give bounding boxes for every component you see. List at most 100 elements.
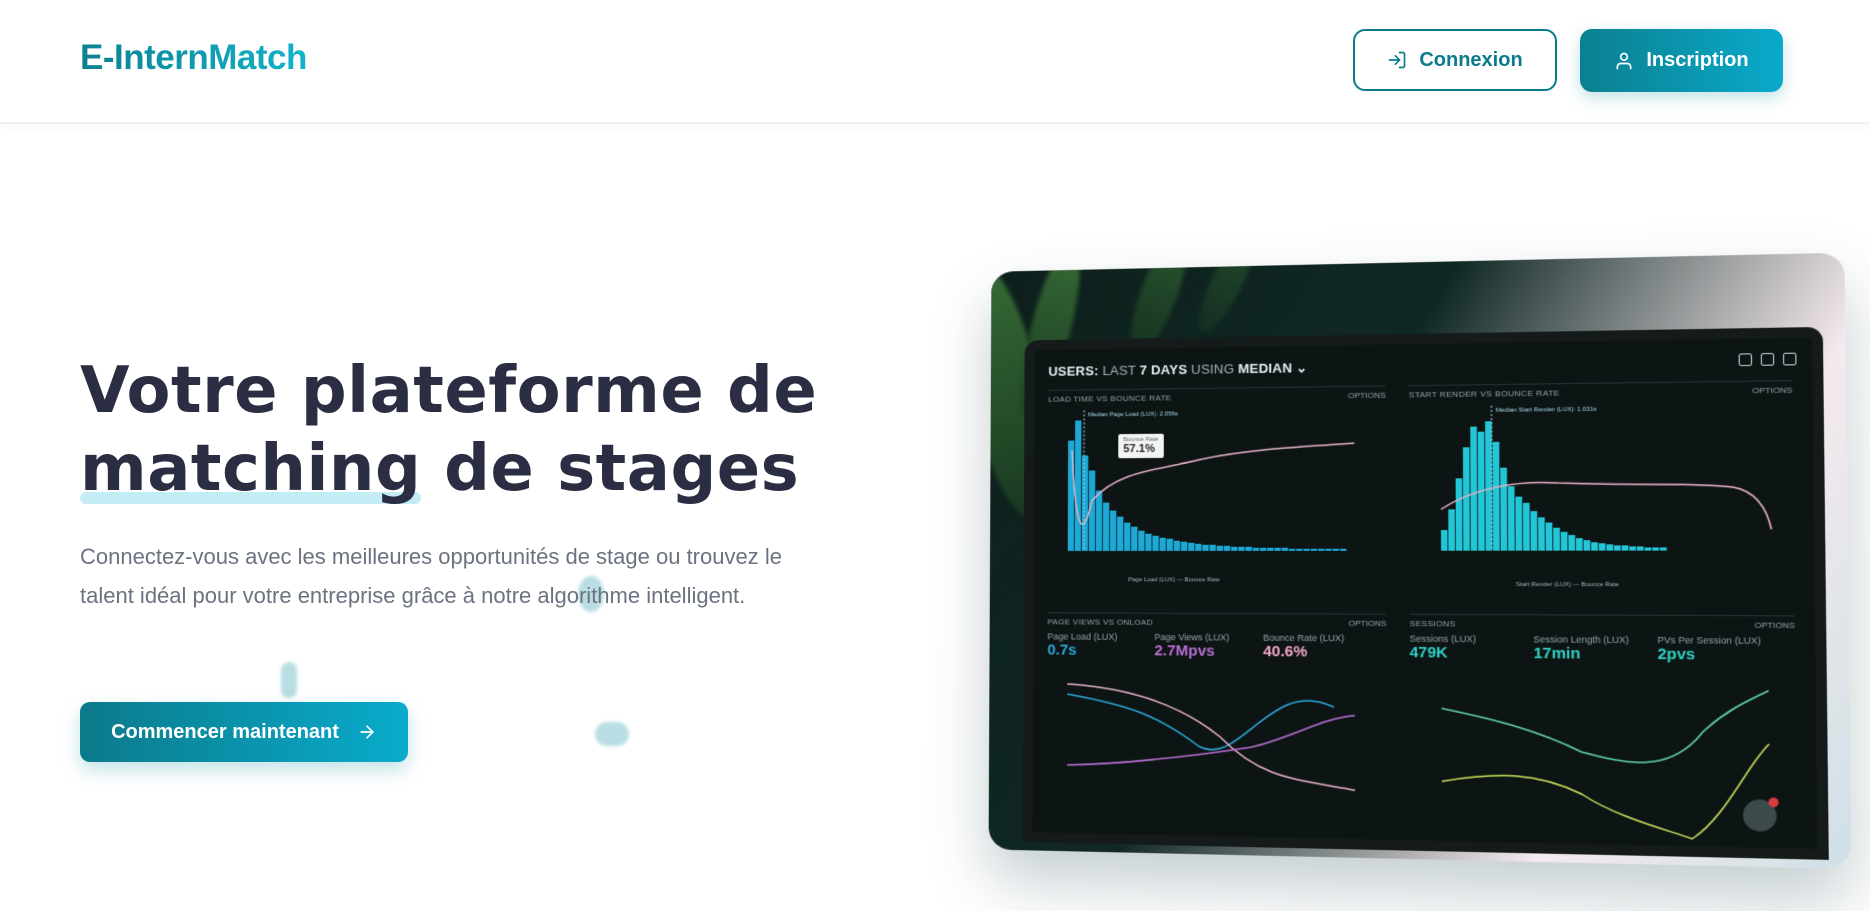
panel-start-render: START RENDER VS BOUNCE RATE OPTIONS Medi…: [1408, 380, 1795, 604]
get-started-button[interactable]: Commencer maintenant: [80, 702, 408, 762]
hero-title-rest: de stages: [421, 432, 800, 506]
histogram-bar: [1560, 531, 1568, 551]
histogram-bar: [1492, 441, 1500, 551]
histogram-bar: [1188, 542, 1195, 551]
load-time-histogram: Median Page Load (LUX): 2.056s Page Load…: [1067, 386, 1387, 583]
histogram-bar: [1325, 548, 1332, 551]
hero-title-highlight: matching: [80, 432, 422, 506]
login-button[interactable]: Connexion: [1353, 29, 1557, 91]
histogram-bar: [1173, 540, 1181, 551]
start-render-histogram: Median Start Render (LUX): 1.031s Start …: [1409, 381, 1795, 589]
signup-button[interactable]: Inscription: [1580, 29, 1783, 92]
sessions-lines: [1409, 615, 1797, 852]
histogram-bar: [1281, 547, 1289, 551]
histogram-bar: [1117, 516, 1124, 551]
histogram-bar: [1606, 544, 1614, 551]
histogram-bar: [1440, 530, 1448, 551]
histogram-bar: [1530, 511, 1538, 551]
plant-leaf: [1188, 252, 1266, 339]
histogram-bar: [1598, 543, 1606, 551]
histogram-bar: [1629, 546, 1637, 551]
histogram-bar: [1500, 467, 1508, 551]
histogram-bar: [1074, 420, 1082, 551]
histogram-bar: [1209, 544, 1216, 551]
histogram-bar: [1614, 545, 1621, 551]
histogram-bar: [1296, 548, 1303, 551]
navbar: E-InternMatch Connexion Inscription: [0, 0, 1870, 124]
histogram-bar: [1303, 548, 1310, 551]
bounce-rate-tooltip: Bounce Rate 57.1%: [1118, 433, 1164, 459]
logo[interactable]: E-InternMatch: [80, 38, 307, 78]
histogram-bar: [1310, 548, 1318, 551]
histogram-bar: [1138, 530, 1145, 551]
login-arrow-icon: [1387, 50, 1407, 70]
get-started-label: Commencer maintenant: [111, 720, 339, 743]
histogram-bar: [1576, 538, 1583, 551]
histogram-bar: [1332, 548, 1340, 551]
histogram-bar: [1339, 548, 1347, 551]
page-views-lines: [1047, 613, 1387, 843]
hero-title: Votre plateforme de matching de stages: [80, 352, 840, 508]
histogram-bar: [1553, 527, 1561, 551]
histogram-bar: [1470, 426, 1478, 551]
histogram-bar: [1259, 547, 1267, 551]
histogram-bar: [1238, 546, 1245, 551]
histogram-bar: [1515, 496, 1523, 551]
histogram-bar: [1583, 540, 1591, 551]
histogram-bar: [1216, 545, 1224, 551]
panel-load-time: LOAD TIME VS BOUNCE RATE OPTIONS Median …: [1047, 385, 1387, 603]
histogram-bar: [1644, 547, 1652, 551]
histogram-bar: [1145, 533, 1152, 551]
arrow-right-icon: [357, 722, 377, 742]
histogram-bar: [1067, 440, 1075, 551]
histogram-bar: [1568, 534, 1576, 551]
monitor-screen: USERS: LAST 7 DAYS USING MEDIAN ⌄ LOAD T…: [1022, 326, 1829, 860]
histogram-bar: [1109, 510, 1117, 551]
histogram-bar: [1591, 542, 1598, 551]
histogram-bar: [1152, 535, 1159, 551]
decorative-blob: [281, 662, 297, 698]
hero-title-line1: Votre plateforme de: [80, 354, 818, 428]
histogram-bar: [1652, 547, 1660, 551]
histogram-bar: [1522, 502, 1530, 551]
histogram-bar: [1455, 478, 1463, 551]
histogram-bar: [1462, 447, 1470, 551]
histogram-bar: [1545, 522, 1553, 551]
panel-sessions: SESSIONS OPTIONS Sessions (LUX) 479K Ses…: [1409, 613, 1798, 852]
svg-text:Median Start Render (LUX): 1.0: Median Start Render (LUX): 1.031s: [1496, 407, 1597, 414]
svg-text:Page Load (LUX) — Bounce Rat: Page Load (LUX) — Bounce Rate: [1128, 577, 1221, 583]
histogram-bar: [1166, 538, 1174, 551]
histogram-bar: [1159, 537, 1166, 551]
histogram-bar: [1124, 522, 1131, 551]
decorative-blob: [595, 722, 629, 746]
histogram-bar: [1288, 548, 1296, 551]
histogram-bar: [1131, 526, 1138, 551]
histogram-bar: [1081, 455, 1089, 551]
chat-icon: [1742, 799, 1777, 832]
svg-text:Median Page Load (LUX): 2.056s: Median Page Load (LUX): 2.056s: [1088, 411, 1178, 418]
panel-page-views: PAGE VIEWS VS ONLOAD OPTIONS Page Load (…: [1046, 612, 1387, 843]
signup-label: Inscription: [1646, 49, 1749, 71]
histogram-bar: [1538, 517, 1545, 551]
histogram-bar: [1223, 545, 1231, 551]
histogram-bar: [1659, 547, 1667, 551]
user-icon: [1614, 51, 1634, 71]
histogram-bar: [1252, 547, 1260, 551]
histogram-bar: [1621, 545, 1629, 551]
histogram-bar: [1202, 544, 1209, 551]
histogram-bar: [1274, 547, 1281, 551]
histogram-bar: [1636, 546, 1644, 551]
histogram-bar: [1095, 490, 1103, 551]
hero-description: Connectez-vous avec les meilleures oppor…: [80, 544, 782, 608]
dashboard-toolbar: [1738, 352, 1797, 367]
histogram-bar: [1267, 547, 1274, 551]
histogram-bar: [1245, 546, 1252, 551]
histogram-bar: [1448, 509, 1456, 551]
histogram-bar: [1102, 502, 1110, 551]
histogram-bar: [1231, 546, 1238, 551]
histogram-bar: [1507, 486, 1515, 551]
svg-text:Start Render (LUX) — Bounce: Start Render (LUX) — Bounce Rate: [1516, 582, 1620, 589]
histogram-bar: [1195, 543, 1202, 551]
histogram-bar: [1318, 548, 1325, 551]
dashboard-title: USERS: LAST 7 DAYS USING MEDIAN ⌄: [1048, 360, 1308, 379]
